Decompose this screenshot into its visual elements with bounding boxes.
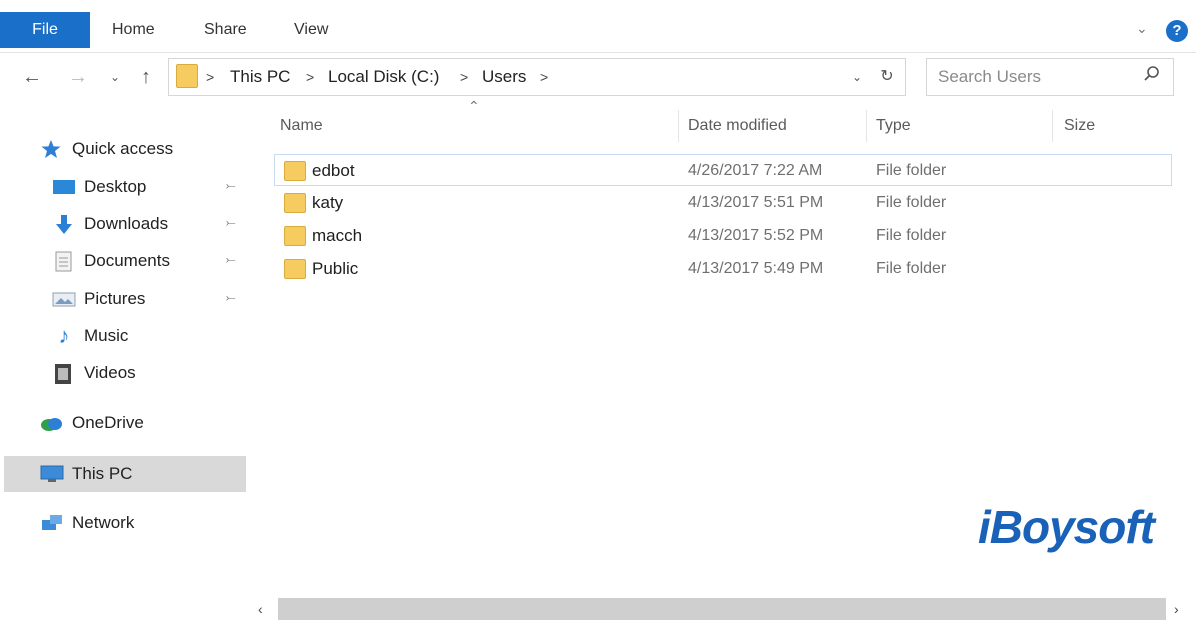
column-header-name[interactable]: Name (280, 112, 323, 140)
sidebar-item-videos[interactable]: Videos (52, 358, 136, 388)
forward-arrow-icon[interactable]: → (66, 62, 90, 92)
folder-icon (284, 226, 306, 246)
sidebar-item-label: OneDrive (72, 413, 144, 432)
sort-ascending-icon: ⌃ (468, 98, 480, 114)
music-note-icon: ♪ (58, 323, 70, 348)
sidebar-item-label: Downloads (84, 214, 169, 233)
sidebar-item-label: Pictures (84, 289, 146, 308)
pin-icon[interactable]: ⤚ (226, 178, 236, 193)
file-date: 4/26/2017 7:22 AM (688, 162, 823, 179)
computer-icon (40, 464, 64, 484)
folder-icon (284, 259, 306, 279)
file-date: 4/13/2017 5:49 PM (688, 260, 824, 277)
file-name: edbot (312, 161, 355, 180)
breadcrumb-separator[interactable]: > (306, 60, 314, 94)
recent-chevron-icon[interactable]: ⌄ (106, 62, 124, 92)
column-divider[interactable] (866, 110, 867, 142)
up-arrow-icon[interactable]: ↑ (134, 62, 158, 92)
address-dropdown-icon[interactable]: ⌄ (848, 62, 866, 92)
table-row[interactable]: macch 4/13/2017 5:52 PM File folder (282, 221, 1170, 251)
search-placeholder: Search Users (938, 67, 1041, 86)
sidebar-item-onedrive[interactable]: OneDrive (40, 408, 144, 438)
horizontal-scrollbar-thumb[interactable] (278, 598, 1166, 620)
pin-icon[interactable]: ⤚ (226, 215, 236, 230)
sidebar-item-label: This PC (72, 464, 133, 483)
sidebar-item-pictures[interactable]: Pictures (52, 284, 145, 314)
desktop-icon (52, 177, 76, 197)
folder-icon (284, 193, 306, 213)
file-name: katy (312, 193, 344, 212)
file-date: 4/13/2017 5:52 PM (688, 227, 824, 244)
refresh-icon[interactable]: ↻ (876, 62, 898, 92)
file-name: macch (312, 226, 363, 245)
help-icon[interactable]: ? (1166, 20, 1188, 42)
table-row[interactable]: katy 4/13/2017 5:51 PM File folder (282, 188, 1170, 218)
table-row[interactable]: Public 4/13/2017 5:49 PM File folder (282, 254, 1170, 284)
sidebar-item-label: Music (84, 326, 129, 345)
column-divider[interactable] (678, 110, 679, 142)
table-row[interactable]: edbot 4/26/2017 7:22 AM File folder (282, 156, 1170, 186)
tab-view[interactable]: View (294, 12, 328, 48)
sidebar-item-quick-access[interactable]: Quick access (40, 134, 173, 164)
breadcrumb-separator[interactable]: > (206, 60, 214, 94)
tab-share[interactable]: Share (204, 12, 247, 48)
cloud-icon (40, 413, 64, 433)
sidebar-item-network[interactable]: Network (40, 508, 134, 538)
sidebar-item-label: Network (72, 513, 135, 532)
scroll-left-arrow[interactable]: ‹ (258, 598, 263, 620)
back-arrow-icon[interactable]: ← (20, 62, 44, 92)
scroll-right-arrow[interactable]: › (1174, 598, 1179, 620)
column-header-size[interactable]: Size (1064, 112, 1095, 140)
file-type: File folder (876, 260, 947, 277)
tab-home[interactable]: Home (112, 12, 155, 48)
network-icon (40, 513, 64, 533)
sidebar-item-label: Videos (84, 363, 136, 382)
pin-icon[interactable]: ⤚ (226, 290, 236, 305)
breadcrumb-this-pc[interactable]: This PC (230, 60, 290, 94)
file-type: File folder (876, 162, 947, 179)
sidebar-item-this-pc[interactable]: This PC (40, 459, 132, 489)
breadcrumb-local-disk[interactable]: Local Disk (C:) (328, 60, 439, 94)
sidebar-item-desktop[interactable]: Desktop (52, 172, 146, 202)
sidebar-item-documents[interactable]: Documents (52, 246, 170, 276)
document-icon (52, 251, 76, 272)
file-type: File folder (876, 227, 947, 244)
file-type: File folder (876, 194, 947, 211)
iboysoft-logo: iBoysoft (978, 501, 1155, 553)
film-icon (52, 363, 76, 384)
pin-icon[interactable]: ⤚ (226, 252, 236, 267)
sidebar-item-label: Documents (84, 251, 170, 270)
pictures-icon (52, 289, 76, 309)
file-name: Public (312, 259, 359, 278)
breadcrumb-separator[interactable]: > (540, 60, 548, 94)
column-header-date[interactable]: Date modified (688, 112, 787, 140)
chevron-down-icon[interactable]: ⌄ (1136, 20, 1148, 37)
column-header-type[interactable]: Type (876, 112, 911, 140)
folder-icon (284, 161, 306, 181)
star-icon (40, 139, 64, 159)
column-divider[interactable] (1052, 110, 1053, 142)
sidebar-item-label: Quick access (72, 139, 174, 158)
ribbon (0, 0, 1196, 53)
file-tab[interactable]: File (0, 12, 90, 48)
breadcrumb-users[interactable]: Users (482, 60, 526, 94)
download-arrow-icon (52, 214, 76, 234)
sidebar-item-label: Desktop (84, 177, 147, 196)
sidebar-item-downloads[interactable]: Downloads (52, 209, 168, 239)
search-icon[interactable] (1142, 64, 1162, 89)
file-date: 4/13/2017 5:51 PM (688, 194, 824, 211)
folder-icon (176, 64, 198, 88)
sidebar-item-music[interactable]: ♪ Music (52, 321, 129, 351)
breadcrumb-separator[interactable]: > (460, 60, 468, 94)
